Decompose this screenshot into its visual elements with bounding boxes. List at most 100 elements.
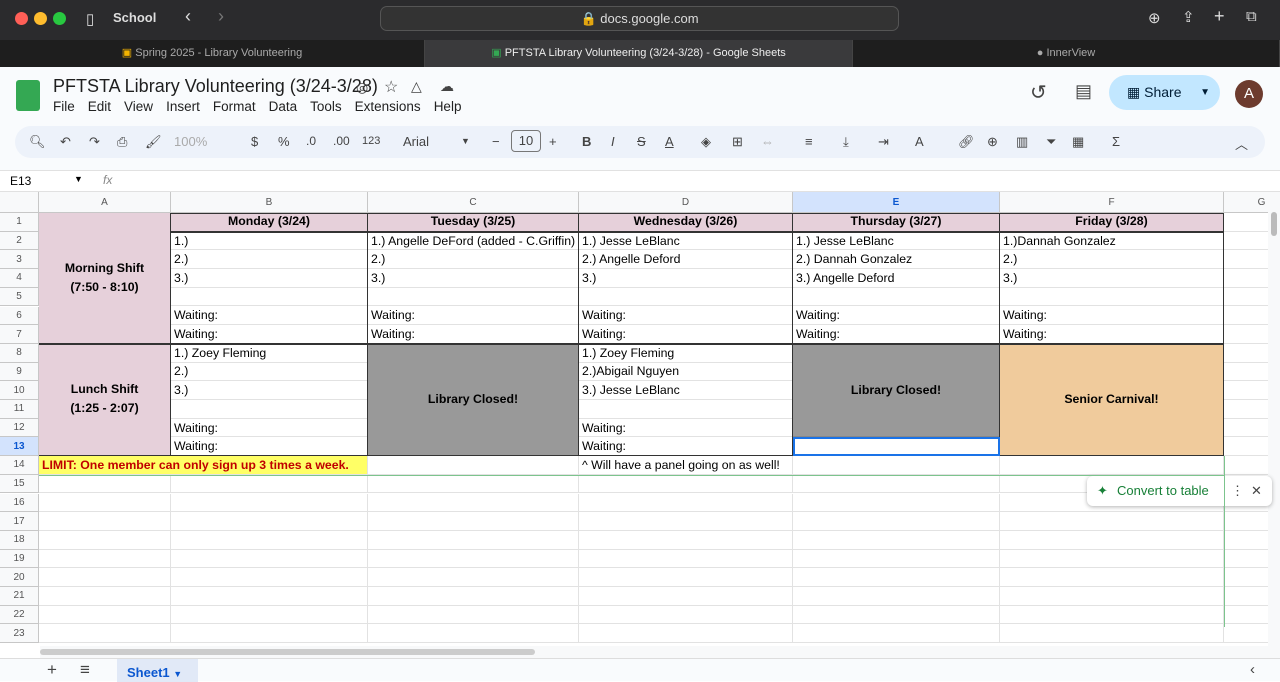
cell[interactable] (1000, 587, 1224, 606)
column-header-e[interactable]: E (793, 192, 1000, 213)
search-icon[interactable]: 🔍︎ (29, 134, 46, 150)
cell[interactable] (1224, 456, 1268, 475)
cell[interactable] (1224, 250, 1268, 270)
cell[interactable]: 1.) Zoey Fleming (579, 343, 793, 363)
add-sheet-button[interactable]: + (47, 660, 57, 680)
cell[interactable] (579, 624, 793, 644)
cell[interactable] (793, 456, 1000, 475)
minimize-window-button[interactable] (34, 12, 47, 25)
share-button[interactable]: ▦ Share ▼ (1109, 75, 1220, 110)
cell[interactable]: Waiting: (171, 418, 368, 438)
chevron-down-icon[interactable]: ▼ (74, 174, 83, 184)
cell[interactable] (171, 624, 368, 644)
forward-icon[interactable]: › (218, 6, 224, 27)
cell[interactable] (1224, 325, 1268, 344)
cell[interactable] (1224, 213, 1268, 232)
horizontal-scrollbar[interactable] (40, 646, 1268, 658)
sheets-logo[interactable] (16, 80, 40, 111)
cell[interactable] (39, 605, 171, 625)
merge-cells-icon[interactable]: ⇔ (761, 134, 774, 149)
cell[interactable] (579, 493, 793, 513)
column-header-f[interactable]: F (1000, 192, 1224, 213)
column-header-a[interactable]: A (39, 192, 171, 213)
cell[interactable]: 3.) Angelle Deford (793, 269, 1000, 288)
cell[interactable]: 3.) (1000, 269, 1224, 288)
cell[interactable] (39, 587, 171, 606)
row-header-21[interactable]: 21 (0, 587, 39, 606)
cell[interactable] (1224, 606, 1268, 625)
vertical-align-icon[interactable]: ⤓ (843, 134, 849, 150)
cell[interactable] (793, 605, 1000, 625)
cell[interactable]: Library Closed! (368, 343, 579, 457)
row-header-10[interactable]: 10 (0, 381, 39, 400)
cell[interactable] (171, 530, 368, 550)
borders-icon[interactable]: ⊞ (732, 134, 743, 150)
profile-selector[interactable]: School (113, 10, 156, 25)
column-header-d[interactable]: D (579, 192, 793, 213)
cell[interactable] (171, 400, 368, 419)
cell[interactable]: Waiting: (368, 325, 579, 344)
sidebar-icon[interactable]: ▯ (86, 10, 94, 28)
cell[interactable]: ^ Will have a panel going on as well! (579, 456, 793, 475)
cell[interactable]: 1.) (171, 231, 368, 251)
cell[interactable] (171, 493, 368, 513)
cell[interactable] (39, 493, 171, 513)
text-rotation-icon[interactable]: A (915, 134, 924, 149)
row-header-15[interactable]: 15 (0, 474, 39, 494)
cell[interactable] (171, 287, 368, 307)
cell[interactable] (579, 512, 793, 531)
row-header-18[interactable]: 18 (0, 530, 39, 550)
share-icon[interactable]: ⇪ (1182, 8, 1195, 26)
cell[interactable] (1224, 381, 1268, 400)
filter-views-icon[interactable]: ▦ (1072, 134, 1084, 150)
cell[interactable]: 1.) Jesse LeBlanc (579, 231, 793, 251)
cell[interactable] (1224, 531, 1268, 550)
italic-button[interactable]: I (611, 134, 615, 149)
cell[interactable]: 3.) (368, 269, 579, 288)
shield-icon[interactable]: ◎ (356, 79, 368, 96)
row-header-12[interactable]: 12 (0, 418, 39, 438)
close-icon[interactable]: ✕ (1251, 476, 1262, 506)
comment-icon[interactable]: ⊕ (987, 134, 998, 150)
row-header-17[interactable]: 17 (0, 512, 39, 531)
menu-insert[interactable]: Insert (166, 99, 200, 114)
collapse-toolbar-icon[interactable]: ︿ (1235, 134, 1248, 153)
cell[interactable]: 2.)Abigail Nguyen (579, 362, 793, 382)
cell[interactable]: Senior Carnival! (1000, 343, 1224, 457)
cell[interactable]: 2.) (1000, 250, 1224, 270)
cell[interactable] (1224, 437, 1268, 457)
decrease-font-size-button[interactable]: − (492, 134, 500, 149)
cell[interactable] (1224, 363, 1268, 382)
cell[interactable] (368, 605, 579, 625)
row-header-9[interactable]: 9 (0, 362, 39, 382)
cell[interactable] (793, 587, 1000, 606)
menu-tools[interactable]: Tools (310, 99, 342, 114)
strikethrough-icon[interactable]: S (637, 134, 646, 149)
row-header-13[interactable]: 13 (0, 437, 39, 457)
cell[interactable]: Lunch Shift (1:25 - 2:07) (39, 343, 171, 457)
cell[interactable] (171, 512, 368, 531)
cell[interactable] (793, 512, 1000, 531)
cell[interactable] (1224, 344, 1268, 363)
cell[interactable] (1000, 287, 1224, 307)
cell[interactable] (368, 549, 579, 569)
row-header-16[interactable]: 16 (0, 493, 39, 513)
cell[interactable] (579, 287, 793, 307)
cell[interactable]: Friday (3/28) (1000, 213, 1224, 232)
cell[interactable] (171, 474, 368, 494)
cell[interactable]: Thursday (3/27) (793, 213, 1000, 232)
row-header-23[interactable]: 23 (0, 624, 39, 644)
cell[interactable] (1000, 512, 1224, 531)
align-icon[interactable]: ≡ (805, 134, 813, 149)
formula-input[interactable] (130, 174, 1230, 190)
cell[interactable]: Morning Shift (7:50 - 8:10) (39, 213, 171, 344)
cell[interactable]: 2.) Dannah Gonzalez (793, 250, 1000, 270)
menu-help[interactable]: Help (434, 99, 462, 114)
cell[interactable]: 1.) Angelle DeFord (added - C.Griffin) (368, 231, 579, 251)
cell[interactable]: 2.) (368, 250, 579, 270)
cell[interactable] (1224, 419, 1268, 438)
cell[interactable]: Waiting: (171, 437, 368, 457)
cell[interactable] (39, 549, 171, 569)
cloud-saved-icon[interactable]: ☁ (440, 78, 454, 95)
chevron-down-icon[interactable]: ▼ (461, 136, 470, 146)
